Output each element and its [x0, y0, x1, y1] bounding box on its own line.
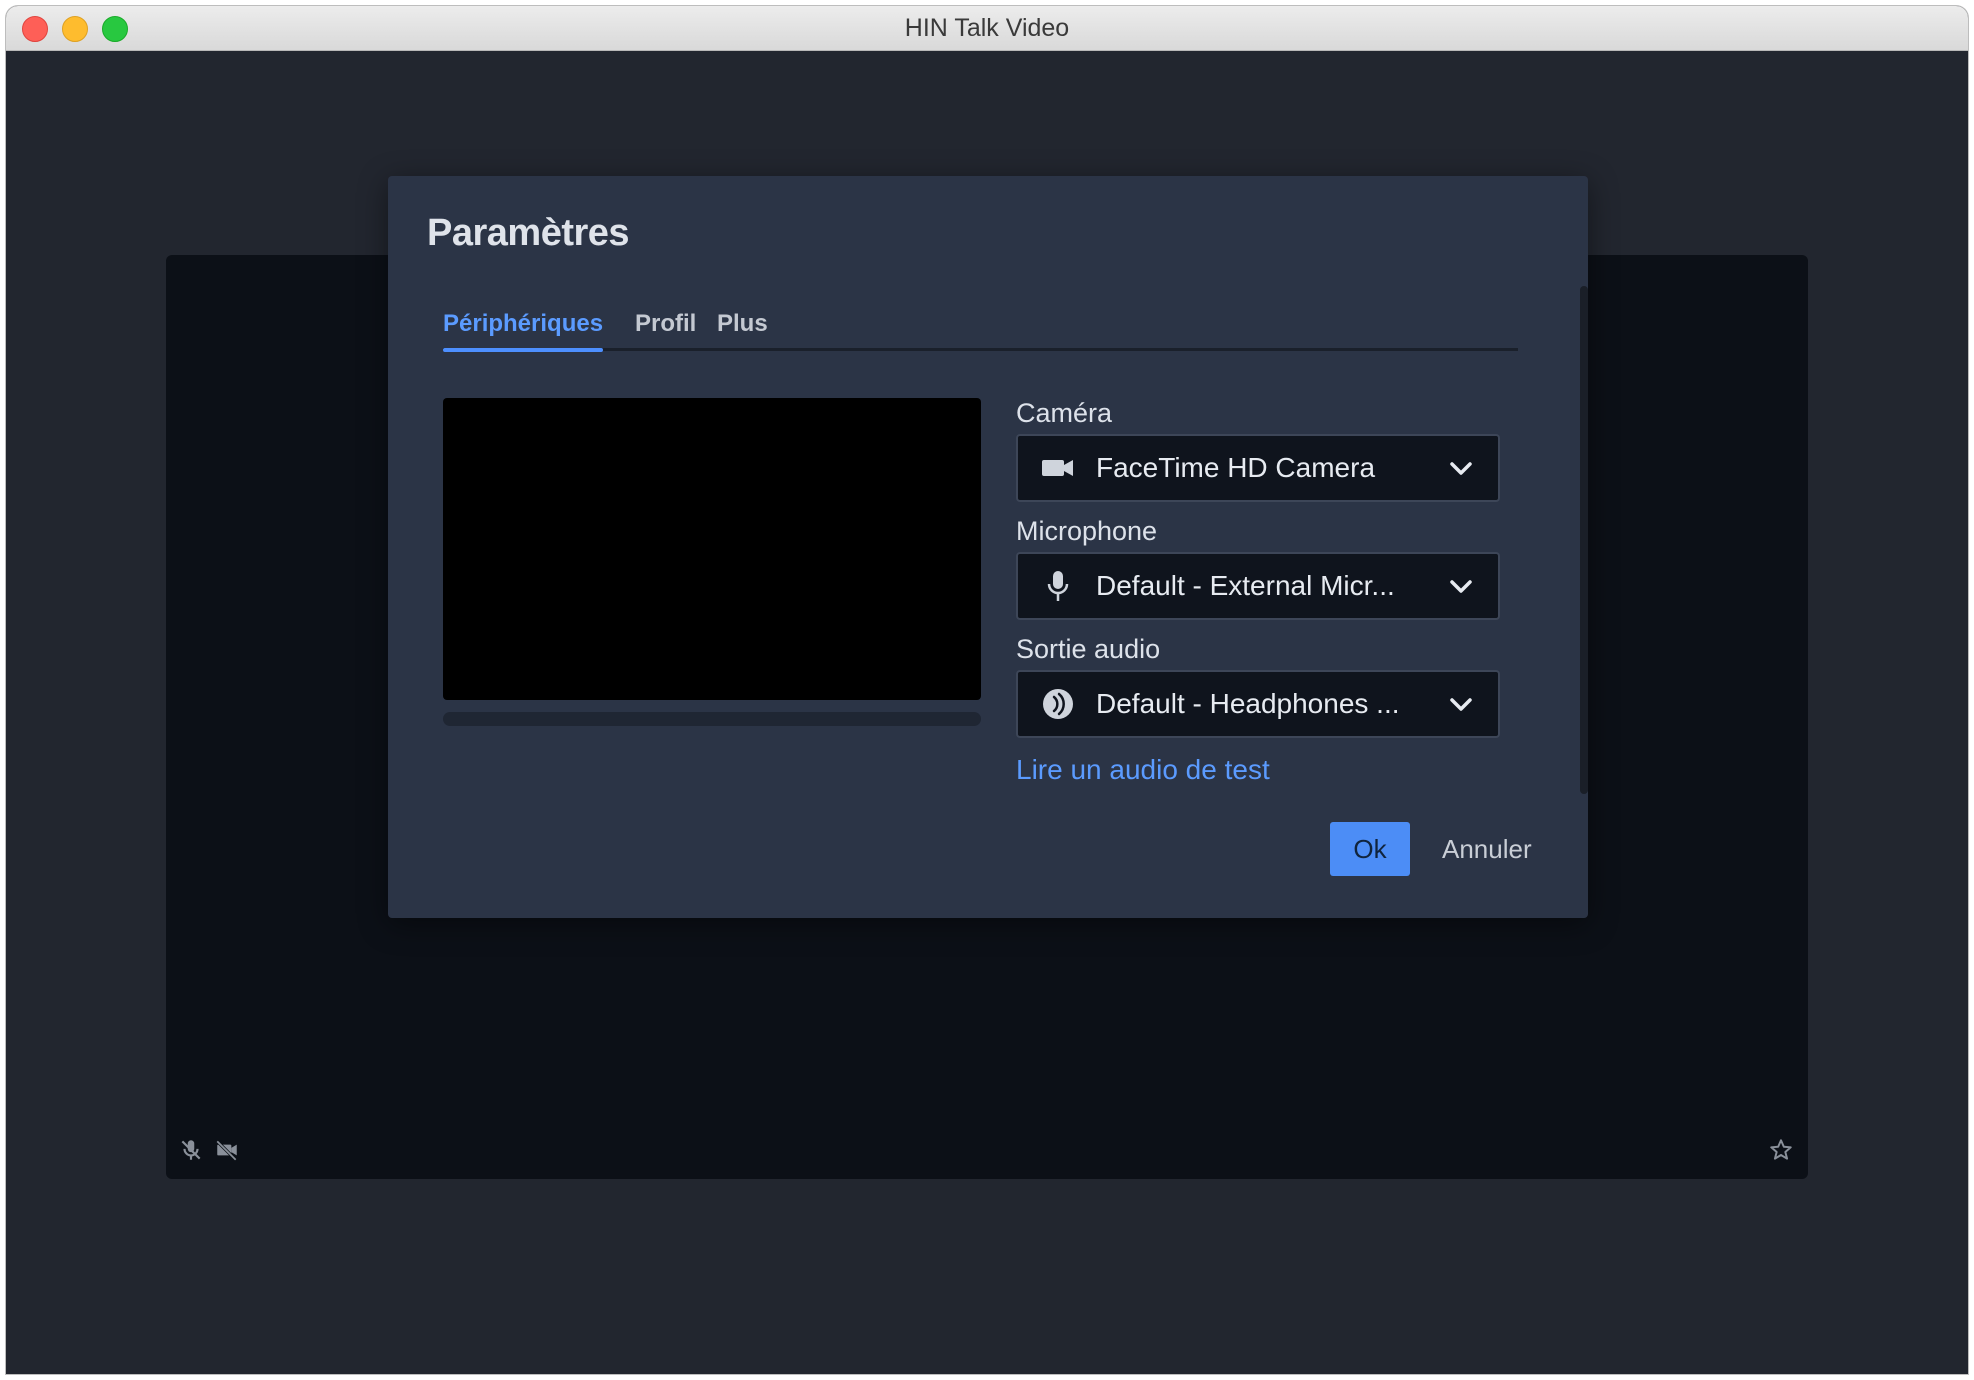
muted-microphone-icon: [181, 1140, 201, 1160]
tab-peripherals[interactable]: Périphériques: [443, 310, 603, 338]
ok-button[interactable]: Ok: [1330, 822, 1410, 876]
microphone-label: Microphone: [1016, 516, 1158, 546]
title-bar: HIN Talk Video: [6, 6, 1968, 51]
audio-level-meter: [443, 712, 981, 726]
star-icon[interactable]: [1768, 1137, 1794, 1163]
microphone-select[interactable]: Default - External Micr...: [1016, 552, 1500, 620]
chevron-down-icon: [1450, 462, 1472, 475]
active-tab-indicator: [443, 348, 603, 352]
camera-select-value: FaceTime HD Camera: [1096, 452, 1376, 483]
app-window: HIN Talk Video Paramètres Périphériques …: [6, 6, 1968, 1374]
audio-output-select[interactable]: Default - Headphones ...: [1016, 670, 1500, 738]
cancel-button[interactable]: Annuler: [1442, 822, 1532, 876]
settings-dialog: Paramètres Périphériques Profil Plus Cam…: [388, 176, 1588, 918]
microphone-select-value: Default - External Micr...: [1096, 570, 1395, 601]
speaker-icon: [1043, 689, 1073, 719]
app-content: Paramètres Périphériques Profil Plus Cam…: [6, 51, 1968, 1374]
video-camera-icon: [1042, 460, 1073, 476]
window-title: HIN Talk Video: [904, 14, 1070, 42]
settings-tabs: Périphériques Profil Plus: [443, 296, 1518, 352]
tab-profile[interactable]: Profil: [635, 310, 696, 338]
dialog-scrollbar[interactable]: [1580, 286, 1588, 794]
camera-select[interactable]: FaceTime HD Camera: [1016, 434, 1500, 502]
chevron-down-icon: [1450, 580, 1472, 593]
video-off-icon: [216, 1140, 237, 1161]
camera-preview: [443, 398, 981, 700]
audio-output-select-value: Default - Headphones ...: [1096, 688, 1400, 719]
camera-label: Caméra: [1016, 398, 1113, 428]
dialog-title: Paramètres: [427, 212, 630, 254]
microphone-icon: [1047, 571, 1069, 601]
audio-output-label: Sortie audio: [1016, 634, 1161, 664]
chevron-down-icon: [1450, 698, 1472, 711]
tab-more[interactable]: Plus: [717, 310, 768, 338]
play-test-audio-link[interactable]: Lire un audio de test: [1016, 754, 1270, 786]
